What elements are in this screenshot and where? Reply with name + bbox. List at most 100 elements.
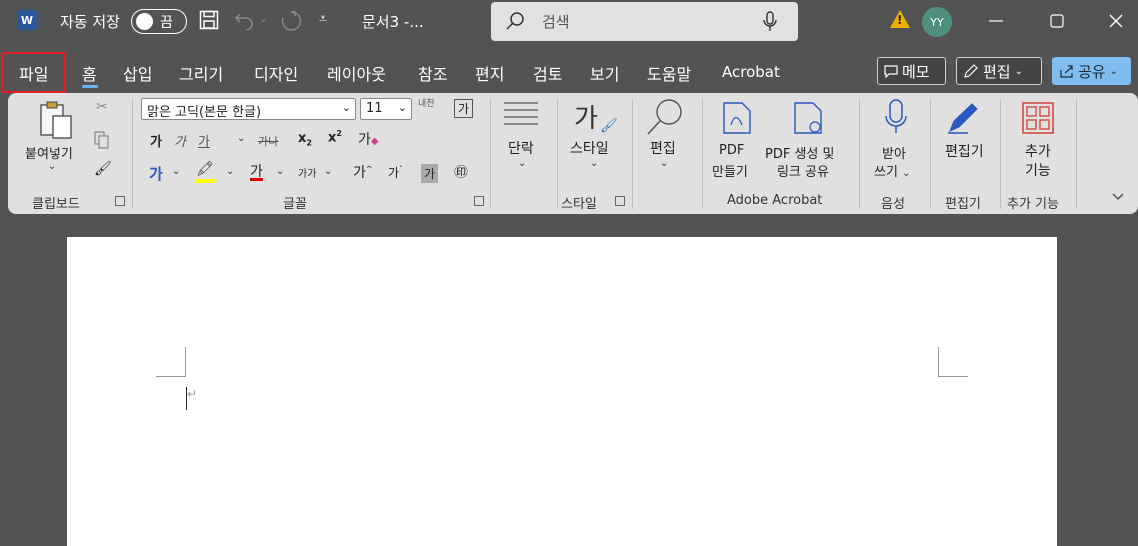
group-separator	[930, 99, 931, 209]
change-case-dropdown-icon[interactable]: ⌄	[324, 166, 332, 177]
underline-dropdown-icon[interactable]: ⌄	[237, 133, 245, 144]
tab-review[interactable]: 검토	[533, 61, 562, 85]
chevron-down-icon: ⌄	[1014, 65, 1023, 77]
enclose-chars-button[interactable]: ㊞	[454, 162, 468, 182]
tab-mailings[interactable]: 편지	[475, 61, 504, 85]
maximize-icon[interactable]	[1050, 14, 1064, 28]
paragraph-icon[interactable]	[504, 101, 538, 127]
text-effects-dropdown-icon[interactable]: ⌄	[172, 166, 180, 177]
dictate-label-1[interactable]: 받아	[882, 143, 906, 162]
cut-icon[interactable]: ✂	[96, 99, 108, 115]
tab-help[interactable]: 도움말	[647, 61, 691, 85]
styles-label[interactable]: 스타일	[570, 138, 609, 158]
add-ins-grid-icon[interactable]	[1021, 101, 1055, 135]
editing-label[interactable]: 편집	[650, 138, 676, 158]
pdf-link-label-2[interactable]: 링크 공유	[777, 161, 829, 180]
shrink-font-button[interactable]: 가ˇ	[388, 164, 403, 181]
tab-acrobat[interactable]: Acrobat	[722, 63, 780, 81]
chevron-down-icon[interactable]: ⌄	[660, 158, 668, 169]
char-shading-button[interactable]: 가	[421, 164, 439, 183]
word-app-icon: W	[17, 10, 37, 30]
font-launcher-icon[interactable]	[474, 196, 484, 206]
dictate-label-2[interactable]: 쓰기 ⌄	[874, 161, 910, 180]
warning-icon[interactable]: !	[890, 10, 910, 28]
tab-layout[interactable]: 레이아웃	[327, 61, 386, 85]
dictate-microphone-icon[interactable]	[884, 98, 908, 136]
font-name-select[interactable]: 맑은 고딕(본문 한글) ⌄	[141, 98, 356, 120]
tab-design[interactable]: 디자인	[254, 61, 298, 85]
bold-button[interactable]: 가	[150, 131, 162, 150]
search-box[interactable]: 검색	[491, 2, 798, 41]
clear-format-button[interactable]: 가◆	[358, 129, 379, 149]
font-color-button[interactable]: 가	[250, 161, 263, 181]
active-tab-indicator	[82, 85, 98, 88]
save-icon[interactable]	[199, 10, 219, 30]
editor-pen-icon[interactable]	[946, 101, 980, 135]
chevron-down-icon[interactable]: ⌄	[518, 158, 526, 169]
subscript-button[interactable]: x2	[298, 131, 312, 148]
text-effects-button[interactable]: 가	[149, 163, 163, 184]
pencil-icon	[964, 64, 978, 78]
font-size-select[interactable]: 11 ⌄	[360, 98, 412, 120]
underline-button[interactable]: 가	[198, 131, 210, 150]
add-ins-group-label: 추가 기능	[1007, 197, 1059, 212]
copy-icon[interactable]	[94, 131, 110, 149]
close-icon[interactable]	[1109, 14, 1123, 28]
undo-dropdown-icon[interactable]: ⌄	[259, 12, 268, 25]
highlight-color-bar	[196, 179, 216, 183]
paste-dropdown-icon[interactable]: ⌄	[48, 161, 56, 172]
italic-button[interactable]: 가	[174, 131, 186, 150]
share-button[interactable]: 공유 ⌄	[1052, 57, 1131, 85]
grow-font-button[interactable]: 가^	[353, 162, 373, 182]
superscript-button[interactable]: x2	[328, 129, 342, 145]
customize-toolbar-icon[interactable]: ⩡	[319, 11, 327, 27]
pdf-create-label-2[interactable]: 만들기	[712, 161, 748, 180]
ribbon-collapse-chevron-icon[interactable]	[1112, 193, 1124, 201]
minimize-icon[interactable]	[989, 20, 1003, 22]
memo-button[interactable]: 메모	[877, 57, 946, 85]
document-page[interactable]: ↵	[67, 237, 1057, 546]
tab-draw[interactable]: 그리기	[179, 61, 223, 85]
strikethrough-button[interactable]: 가나	[258, 133, 278, 149]
styles-launcher-icon[interactable]	[615, 196, 625, 206]
phonetic-guide-button[interactable]: 내천	[418, 96, 435, 109]
crop-mark-left-vertical	[185, 347, 186, 376]
paste-label[interactable]: 붙여넣기	[25, 143, 73, 162]
add-ins-label-2[interactable]: 기능	[1025, 160, 1051, 180]
paragraph-label[interactable]: 단락	[508, 138, 534, 158]
clipboard-launcher-icon[interactable]	[115, 196, 125, 206]
tab-view[interactable]: 보기	[590, 61, 619, 85]
find-search-icon[interactable]	[646, 98, 684, 136]
font-name-value: 맑은 고딕(본문 한글)	[147, 105, 262, 120]
group-separator	[132, 99, 133, 209]
char-border-button[interactable]: 가	[454, 99, 474, 118]
clipboard-paste-icon[interactable]	[38, 100, 76, 140]
add-ins-label-1[interactable]: 추가	[1025, 141, 1051, 161]
editor-group-label: 편집기	[945, 197, 981, 212]
format-painter-icon[interactable]: 🖌	[94, 161, 112, 177]
microphone-icon[interactable]	[763, 11, 777, 33]
tab-insert[interactable]: 삽입	[123, 61, 152, 85]
highlight-icon[interactable]: 🖍	[196, 161, 214, 177]
chevron-down-icon[interactable]: ⌄	[590, 158, 598, 169]
chevron-down-icon: ⌄	[902, 168, 911, 179]
change-case-button[interactable]: 가가	[298, 165, 316, 180]
autosave-toggle[interactable]: 끔	[131, 9, 187, 34]
pdf-create-label-1[interactable]: PDF	[719, 143, 744, 158]
highlight-dropdown-icon[interactable]: ⌄	[226, 166, 234, 177]
group-separator	[632, 99, 633, 209]
user-avatar[interactable]: YY	[922, 7, 952, 37]
redo-icon[interactable]	[280, 10, 302, 32]
clipboard-group-label: 클립보드	[32, 197, 80, 212]
editing-mode-button[interactable]: 편집 ⌄	[956, 57, 1042, 85]
styles-icon[interactable]: 가	[574, 98, 598, 135]
font-color-dropdown-icon[interactable]: ⌄	[276, 166, 284, 177]
tab-home[interactable]: 홈	[82, 61, 97, 85]
tab-references[interactable]: 참조	[418, 61, 447, 85]
pdf-create-icon[interactable]	[722, 101, 752, 135]
editor-label[interactable]: 편집기	[945, 141, 984, 161]
tab-file[interactable]: 파일	[19, 61, 48, 85]
pdf-link-share-icon[interactable]	[793, 101, 825, 135]
pdf-link-label-1[interactable]: PDF 생성 및	[765, 143, 834, 162]
undo-icon[interactable]	[234, 10, 256, 30]
